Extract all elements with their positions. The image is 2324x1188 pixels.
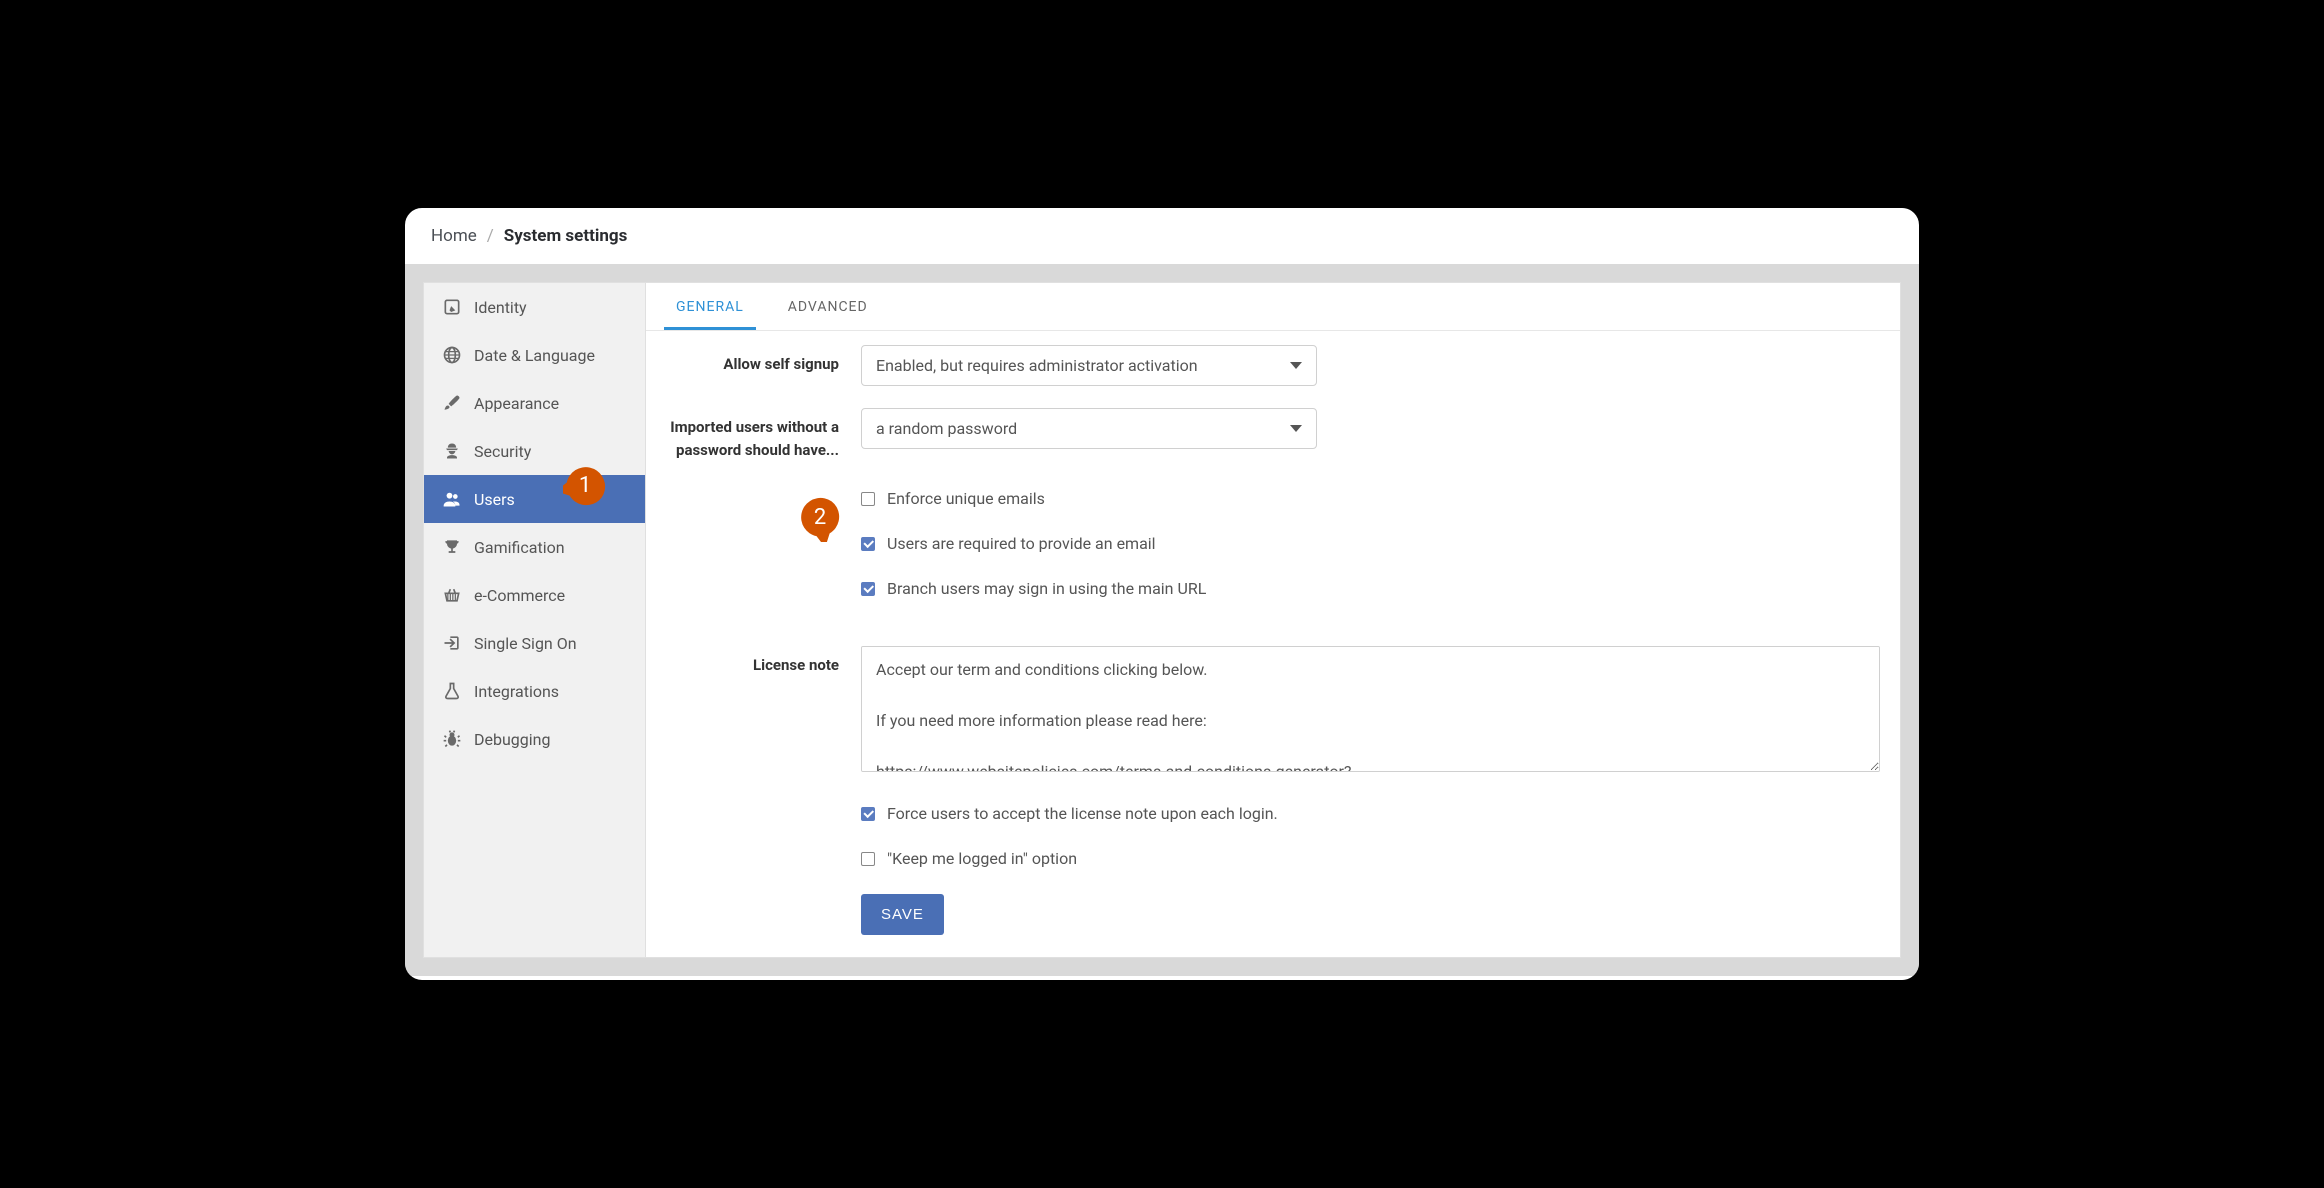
checkbox-label: Branch users may sign in using the main … bbox=[887, 579, 1206, 598]
checkbox-label: "Keep me logged in" option bbox=[887, 849, 1077, 868]
select-value: a random password bbox=[876, 419, 1017, 438]
checkbox-require-email[interactable] bbox=[861, 537, 875, 551]
sidebar-item-debugging[interactable]: Debugging bbox=[424, 715, 645, 763]
sidebar-item-date-language[interactable]: Date & Language bbox=[424, 331, 645, 379]
label-imported-password: Imported users without a password should… bbox=[666, 408, 861, 461]
label-allow-signup: Allow self signup bbox=[666, 345, 861, 376]
sidebar-item-label: Users bbox=[474, 490, 515, 509]
sidebar-item-label: Integrations bbox=[474, 682, 559, 701]
basket-icon bbox=[442, 585, 462, 605]
globe-icon bbox=[442, 345, 462, 365]
trophy-icon bbox=[442, 537, 462, 557]
flask-icon bbox=[442, 681, 462, 701]
sidebar-item-identity[interactable]: Identity bbox=[424, 283, 645, 331]
agent-icon bbox=[442, 441, 462, 461]
tabs: GENERAL ADVANCED bbox=[646, 283, 1900, 331]
sidebar-item-label: Single Sign On bbox=[474, 634, 577, 653]
bug-icon bbox=[442, 729, 462, 749]
sidebar-item-integrations[interactable]: Integrations bbox=[424, 667, 645, 715]
sidebar-item-ecommerce[interactable]: e-Commerce bbox=[424, 571, 645, 619]
main-panel: GENERAL ADVANCED Allow self signup Enabl… bbox=[645, 282, 1901, 958]
save-button[interactable]: SAVE bbox=[861, 894, 944, 935]
sidebar-item-label: Gamification bbox=[474, 538, 565, 557]
caret-down-icon bbox=[1290, 425, 1302, 432]
tab-advanced[interactable]: ADVANCED bbox=[776, 283, 880, 330]
sidebar-item-gamification[interactable]: Gamification bbox=[424, 523, 645, 571]
breadcrumb-home[interactable]: Home bbox=[431, 226, 477, 246]
checkbox-enforce-unique-emails[interactable] bbox=[861, 492, 875, 506]
sidebar-item-label: Security bbox=[474, 442, 531, 461]
sidebar-item-appearance[interactable]: Appearance bbox=[424, 379, 645, 427]
sign-in-icon bbox=[442, 633, 462, 653]
sidebar-item-label: e-Commerce bbox=[474, 586, 565, 605]
label-license-note: License note bbox=[666, 646, 861, 677]
sidebar-item-sso[interactable]: Single Sign On bbox=[424, 619, 645, 667]
select-imported-password[interactable]: a random password bbox=[861, 408, 1317, 449]
checkbox-force-license[interactable] bbox=[861, 807, 875, 821]
checkbox-label: Force users to accept the license note u… bbox=[887, 804, 1278, 823]
users-icon bbox=[442, 489, 462, 509]
select-value: Enabled, but requires administrator acti… bbox=[876, 356, 1198, 375]
breadcrumb-current: System settings bbox=[504, 226, 628, 246]
sidebar-item-label: Debugging bbox=[474, 730, 550, 749]
sidebar-item-security[interactable]: Security bbox=[424, 427, 645, 475]
breadcrumb-separator: / bbox=[487, 226, 494, 246]
caret-down-icon bbox=[1290, 362, 1302, 369]
sidebar: Identity Date & Language Appearance Secu… bbox=[423, 282, 645, 958]
checkbox-label: Enforce unique emails bbox=[887, 489, 1045, 508]
textarea-license-note[interactable] bbox=[861, 646, 1880, 772]
checkbox-keep-logged-in[interactable] bbox=[861, 852, 875, 866]
select-allow-signup[interactable]: Enabled, but requires administrator acti… bbox=[861, 345, 1317, 386]
tab-general[interactable]: GENERAL bbox=[664, 283, 756, 330]
breadcrumb: Home / System settings bbox=[405, 208, 1919, 264]
sidebar-item-label: Identity bbox=[474, 298, 527, 317]
checkbox-label: Users are required to provide an email bbox=[887, 534, 1156, 553]
sidebar-item-users[interactable]: Users bbox=[424, 475, 645, 523]
checkbox-branch-main-url[interactable] bbox=[861, 582, 875, 596]
sidebar-item-label: Appearance bbox=[474, 394, 559, 413]
brush-icon bbox=[442, 393, 462, 413]
edit-square-icon bbox=[442, 297, 462, 317]
sidebar-item-label: Date & Language bbox=[474, 346, 595, 365]
